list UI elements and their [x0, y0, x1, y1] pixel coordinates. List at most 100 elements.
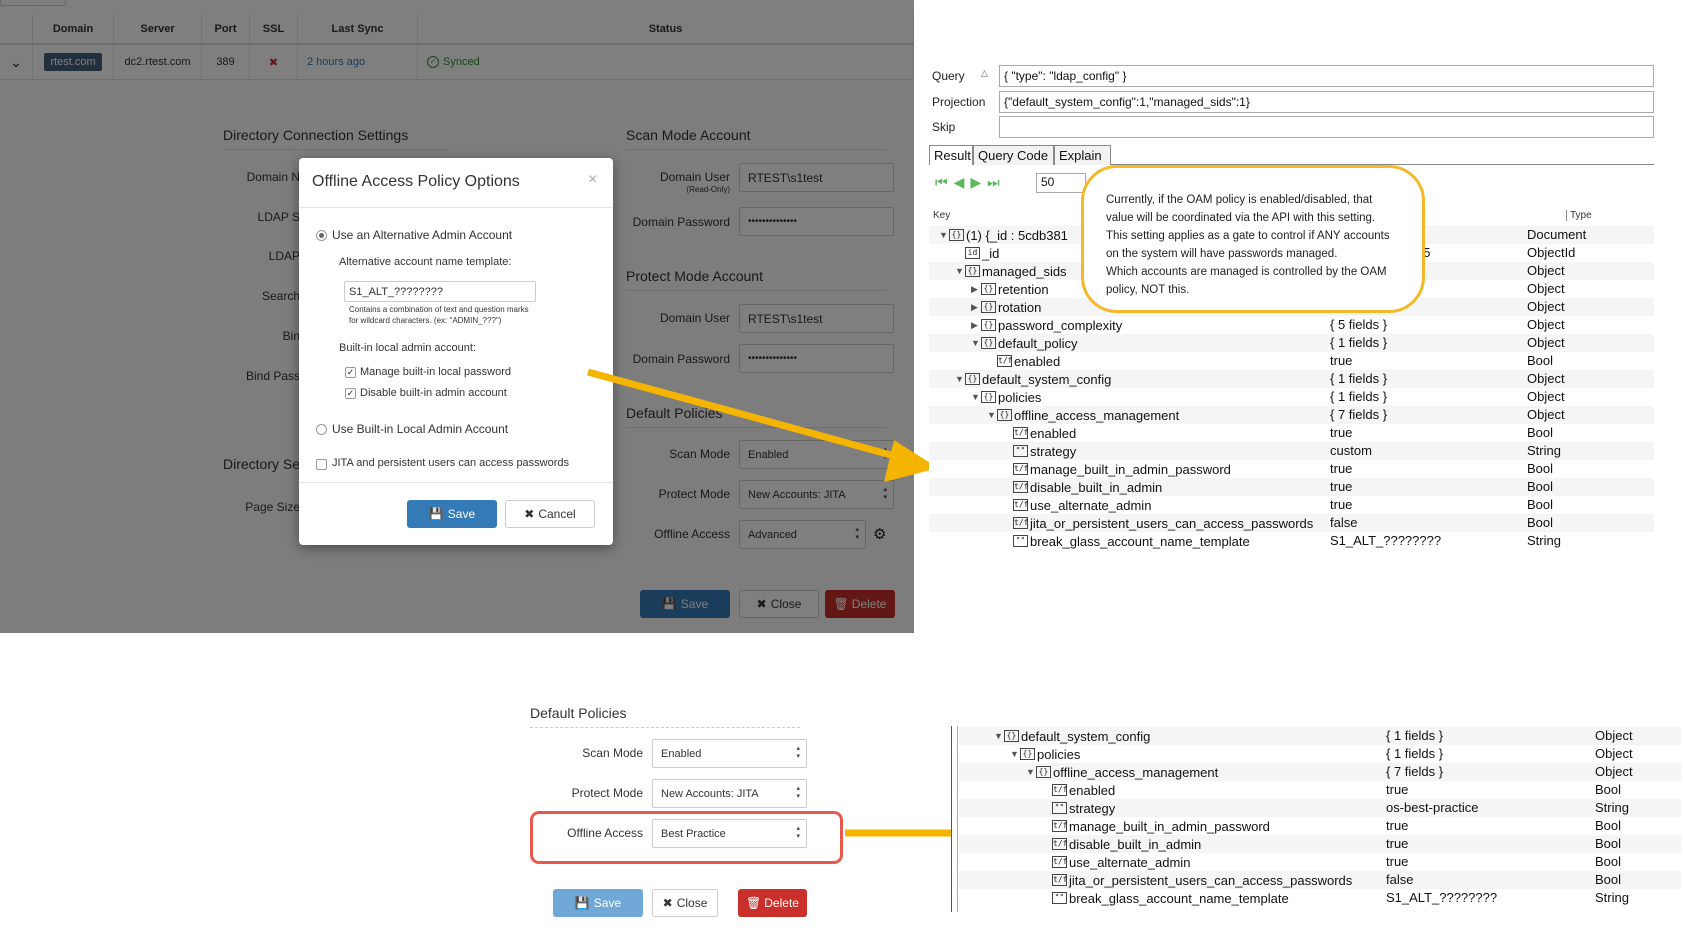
tree-key: id _id — [955, 244, 999, 262]
alt-admin-radio[interactable] — [316, 230, 327, 241]
modal-divider — [299, 482, 613, 483]
modal-close-icon[interactable]: × — [588, 171, 597, 189]
close-icon: ✖ — [524, 507, 535, 521]
projection-label: Projection — [932, 95, 986, 109]
skip-label: Skip — [932, 120, 956, 134]
tree-value: { 1 fields } — [1330, 335, 1388, 350]
tree-key-text: enabled — [1069, 782, 1116, 798]
tree-key: ▼{} policies — [971, 388, 1041, 406]
field-type-icon: id — [965, 247, 980, 259]
tree-key-text: disable_built_in_admin — [1069, 836, 1202, 852]
field-type-icon: t/f — [1013, 481, 1029, 493]
expand-triangle-icon[interactable]: ▼ — [955, 266, 965, 276]
tree-row[interactable]: ▼{} default_system_config { 1 fields } Obje… — [959, 727, 1681, 745]
tree-value: true — [1386, 818, 1409, 833]
tab-query-code[interactable]: Query Code — [973, 145, 1054, 165]
field-type-icon: t/f — [1052, 820, 1068, 832]
jita-checkbox[interactable] — [316, 459, 327, 470]
pager-nav-icons[interactable]: ⏮◀▶⏭ — [935, 174, 1006, 191]
expand-triangle-icon[interactable]: ▶ — [971, 284, 981, 295]
tree-value: true — [1386, 836, 1409, 851]
tree-key-text: policies — [998, 389, 1042, 405]
bottom-scan-mode-value: Enabled — [661, 747, 702, 760]
field-type-icon: {} — [1020, 748, 1035, 760]
modal-cancel-button[interactable]: ✖ Cancel — [505, 500, 595, 528]
expand-triangle-icon[interactable]: ▼ — [987, 410, 997, 420]
collapse-icon[interactable]: △ — [981, 68, 988, 79]
expand-triangle-icon[interactable]: ▼ — [955, 374, 965, 384]
tree-type: Object — [1527, 263, 1565, 278]
jita-label[interactable]: JITA and persistent users can access pas… — [332, 457, 569, 469]
tree-row[interactable]: ▼{} policies { 1 fields } Object — [929, 388, 1654, 406]
col-type-header[interactable]: Type — [1566, 210, 1592, 221]
tree-row[interactable]: t/f disable_built_in_admin true Bool — [929, 478, 1654, 496]
field-type-icon: {} — [981, 301, 996, 313]
alt-admin-label[interactable]: Use an Alternative Admin Account — [332, 228, 512, 242]
bottom-mongo-tree-panel: ▼{} default_system_config{ 1 fields } Obje… — [951, 724, 1681, 912]
expand-triangle-icon[interactable]: ▼ — [994, 731, 1004, 741]
field-type-icon: t/f — [1013, 517, 1029, 529]
expand-triangle-icon[interactable]: ▼ — [971, 338, 981, 348]
tree-row[interactable]: "" break_glass_account_name_template S1_AL… — [959, 889, 1681, 907]
tree-key-text: enabled — [1030, 425, 1077, 441]
tree-row[interactable]: "" strategy os-best-practice String — [959, 799, 1681, 817]
builtin-radio[interactable] — [316, 424, 327, 435]
bottom-close-button[interactable]: ✖ Close — [652, 889, 718, 917]
expand-triangle-icon[interactable]: ▶ — [971, 320, 981, 331]
bottom-save-button[interactable]: 💾 Save — [553, 889, 643, 917]
modal-save-button[interactable]: 💾 Save — [407, 500, 497, 528]
tree-row[interactable]: t/f jita_or_persistent_users_can_access_p… — [959, 871, 1681, 889]
tree-row[interactable]: "" break_glass_account_name_template S1_AL… — [929, 532, 1654, 550]
disable-admin-label[interactable]: Disable built-in admin account — [360, 387, 507, 399]
expand-triangle-icon[interactable]: ▼ — [1026, 767, 1036, 777]
tree-row[interactable]: ▼{} offline_access_management { 7 fields }… — [929, 406, 1654, 424]
manage-pw-checkbox[interactable]: ✓ — [345, 367, 356, 378]
col-key-header[interactable]: Key — [933, 210, 950, 221]
tree-type: Object — [1527, 389, 1565, 404]
disable-admin-checkbox[interactable]: ✓ — [345, 388, 356, 399]
tree-row[interactable]: t/f use_alternate_admin true Bool — [959, 853, 1681, 871]
tree-row[interactable]: ▼{} policies { 1 fields } Object — [959, 745, 1681, 763]
tree-row[interactable]: t/f enabled true Bool — [929, 352, 1654, 370]
skip-input[interactable] — [999, 116, 1654, 138]
tree-row[interactable]: t/f disable_built_in_admin true Bool — [959, 835, 1681, 853]
tree-row[interactable]: t/f enabled true Bool — [959, 781, 1681, 799]
tree-row[interactable]: t/f enabled true Bool — [929, 424, 1654, 442]
bottom-protect-mode-select[interactable]: New Accounts: JITA — [652, 779, 807, 808]
tree-row[interactable]: t/f jita_or_persistent_users_can_access_p… — [929, 514, 1654, 532]
tree-key-text: break_glass_account_name_template — [1030, 533, 1250, 549]
tree-row[interactable]: ▼{} offline_access_management { 7 fields }… — [959, 763, 1681, 781]
tree-key: t/f disable_built_in_admin — [1042, 835, 1201, 853]
tree-row[interactable]: t/f manage_built_in_admin_password true Boo… — [959, 817, 1681, 835]
expand-triangle-icon[interactable]: ▼ — [971, 392, 981, 402]
bottom-scan-mode-select[interactable]: Enabled — [652, 739, 807, 768]
expand-triangle-icon[interactable]: ▼ — [1010, 749, 1020, 759]
tab-result[interactable]: Result — [929, 145, 973, 165]
callout-line-4: Which accounts are managed is controlled… — [1106, 266, 1387, 278]
tree-row[interactable]: "" strategy custom String — [929, 442, 1654, 460]
tree-row[interactable]: ▼{} default_system_config { 1 fields } Obje… — [929, 370, 1654, 388]
query-input[interactable]: { "type": "ldap_config" } — [999, 65, 1654, 87]
tree-type: Object — [1595, 746, 1633, 761]
page-size-input[interactable]: 50 — [1036, 173, 1086, 193]
bottom-delete-button[interactable]: 🗑 Delete — [738, 889, 807, 917]
tree-key-text: strategy — [1069, 800, 1116, 816]
tab-explain[interactable]: Explain — [1054, 145, 1111, 165]
bottom-offline-access-select[interactable]: Best Practice — [652, 819, 807, 848]
manage-pw-label[interactable]: Manage built-in local password — [360, 366, 511, 378]
tree-type: Bool — [1595, 818, 1622, 833]
tree-left-border — [951, 726, 952, 912]
tree-key-text: strategy — [1030, 443, 1077, 459]
expand-triangle-icon[interactable]: ▼ — [939, 230, 949, 240]
tree-type: Bool — [1595, 782, 1622, 797]
bottom-scan-mode-label: Scan Mode — [582, 746, 643, 760]
tree-row[interactable]: t/f use_alternate_admin true Bool — [929, 496, 1654, 514]
expand-triangle-icon[interactable]: ▶ — [971, 302, 981, 313]
builtin-radio-label[interactable]: Use Built-in Local Admin Account — [332, 422, 508, 436]
tree-row[interactable]: ▼{} default_policy { 1 fields } Object — [929, 334, 1654, 352]
tree-row[interactable]: t/f manage_built_in_admin_password true Boo… — [929, 460, 1654, 478]
template-input[interactable]: S1_ALT_???????? — [344, 281, 536, 302]
tree-key-text: enabled — [1014, 353, 1061, 369]
projection-input[interactable]: {"default_system_config":1,"managed_sids… — [999, 91, 1654, 113]
tree-row[interactable]: ▶{} password_complexity { 5 fields } Object — [929, 316, 1654, 334]
